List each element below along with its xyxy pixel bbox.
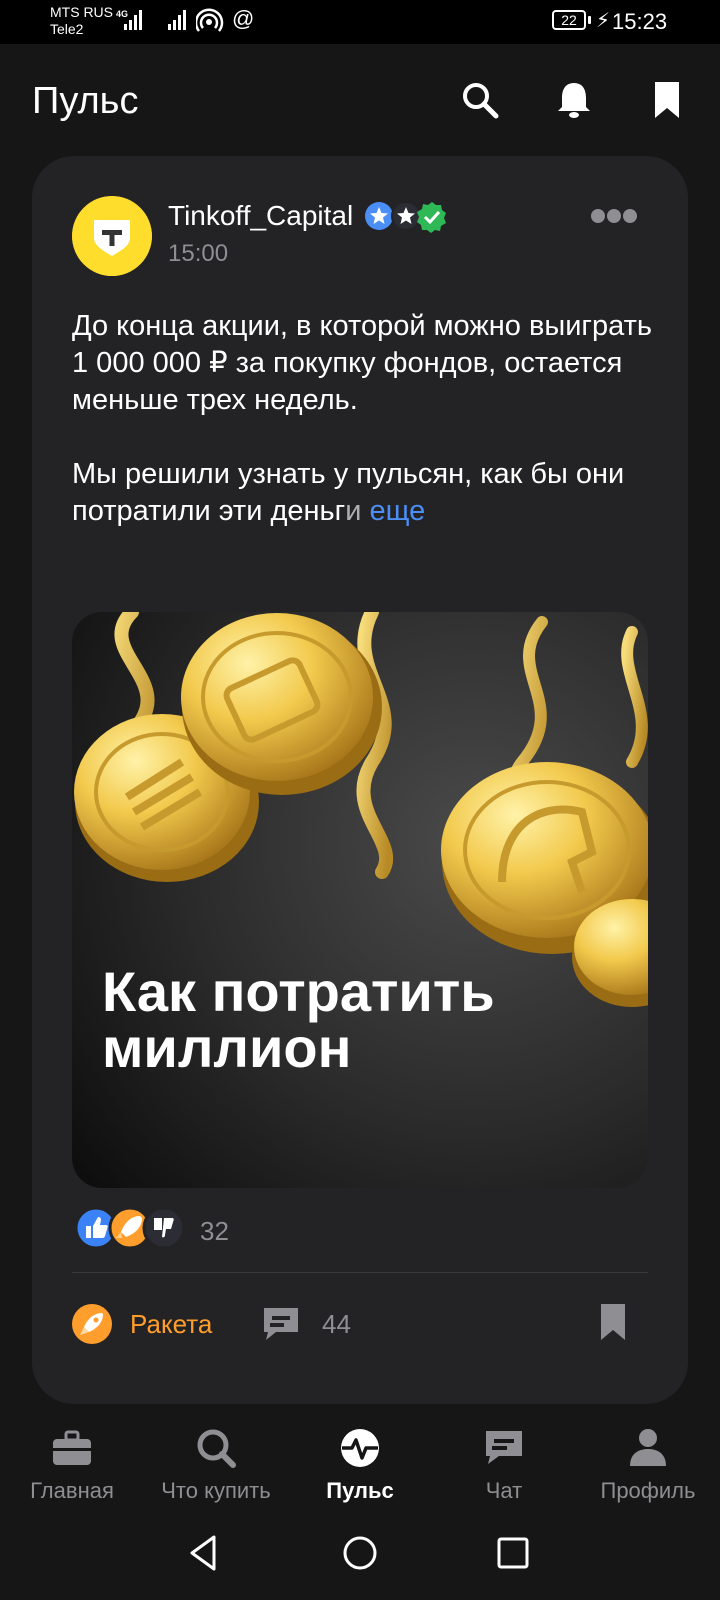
- comment-icon: [264, 1308, 298, 1340]
- nav-label-what-to-buy: Что купить: [161, 1478, 271, 1503]
- chat-icon: [486, 1431, 522, 1464]
- nav-label-pulse: Пульс: [326, 1478, 394, 1503]
- carrier-info: MTS RUS Tele2: [50, 4, 113, 38]
- carrier-2: Tele2: [50, 21, 84, 37]
- reaction-icons[interactable]: [72, 1204, 272, 1252]
- bottom-nav: Главная Что купить Пульс Чат Профиль: [0, 1404, 720, 1508]
- comments-button[interactable]: 44: [260, 1302, 380, 1346]
- at-icon: @: [232, 6, 255, 31]
- signal-icon: [124, 8, 142, 30]
- post-text: До конца акции, в которой можно выиграть…: [72, 308, 652, 567]
- search-icon: [197, 1429, 236, 1468]
- more-options-icon[interactable]: [590, 208, 638, 224]
- rocket-icon: [72, 1304, 112, 1344]
- hotspot-icon: [196, 8, 224, 32]
- page-title: Пульс: [32, 80, 139, 122]
- author-name[interactable]: Tinkoff_Capital: [168, 200, 353, 232]
- app-header: Пульс: [0, 44, 720, 156]
- clock: 15:23: [612, 9, 668, 34]
- briefcase-icon: [53, 1430, 91, 1465]
- author-badges: [365, 201, 446, 233]
- back-icon[interactable]: [180, 1528, 230, 1578]
- rocket-label: Ракета: [130, 1308, 213, 1339]
- nav-item-pulse[interactable]: Пульс: [288, 1426, 432, 1504]
- post-time: 15:00: [168, 240, 229, 267]
- bookmark-post-icon[interactable]: [598, 1302, 628, 1342]
- status-bar: MTS RUS Tele2 4G @ 22 ⚡ 15:23: [0, 0, 720, 44]
- battery-tip: [588, 16, 591, 24]
- post-paragraph-2-fade: и: [345, 495, 362, 527]
- nav-label-home: Главная: [30, 1478, 114, 1503]
- post-card[interactable]: Tinkoff_Capital 15:00 До конца акции, в …: [32, 156, 688, 1404]
- nav-item-what-to-buy[interactable]: Что купить: [144, 1426, 288, 1504]
- system-nav: [0, 1508, 720, 1600]
- nav-item-profile[interactable]: Профиль: [576, 1426, 720, 1504]
- rocket-button[interactable]: Ракета: [72, 1302, 232, 1346]
- pulse-icon: [341, 1429, 379, 1467]
- nav-item-home[interactable]: Главная: [0, 1426, 144, 1504]
- bookmark-icon[interactable]: [652, 80, 682, 120]
- home-icon[interactable]: [335, 1528, 385, 1578]
- search-icon[interactable]: [460, 80, 500, 120]
- nav-label-chat: Чат: [485, 1478, 523, 1503]
- post-paragraph-2: Мы решили узнать у пульсян, как бы они п…: [72, 456, 652, 530]
- image-caption: Как потратить миллион: [102, 960, 495, 1079]
- profile-icon: [630, 1429, 666, 1466]
- comments-count: 44: [322, 1308, 351, 1339]
- reactions-count: 32: [200, 1216, 229, 1246]
- gold-coins-illustration: [74, 612, 648, 1007]
- bell-icon[interactable]: [554, 80, 594, 120]
- post-image[interactable]: Как потратить миллион: [72, 612, 648, 1188]
- nav-label-profile: Профиль: [600, 1478, 696, 1503]
- carrier-1: MTS RUS: [50, 4, 113, 20]
- signal-icon-2: [168, 8, 186, 30]
- charging-icon: ⚡: [596, 10, 611, 32]
- read-more-link[interactable]: еще: [369, 495, 425, 527]
- battery-icon: 22: [552, 10, 586, 30]
- post-paragraph-1: До конца акции, в которой можно выиграть…: [72, 310, 652, 416]
- avatar[interactable]: [72, 196, 152, 276]
- nav-item-chat[interactable]: Чат: [432, 1426, 576, 1504]
- recents-icon[interactable]: [488, 1528, 538, 1578]
- divider: [72, 1272, 648, 1273]
